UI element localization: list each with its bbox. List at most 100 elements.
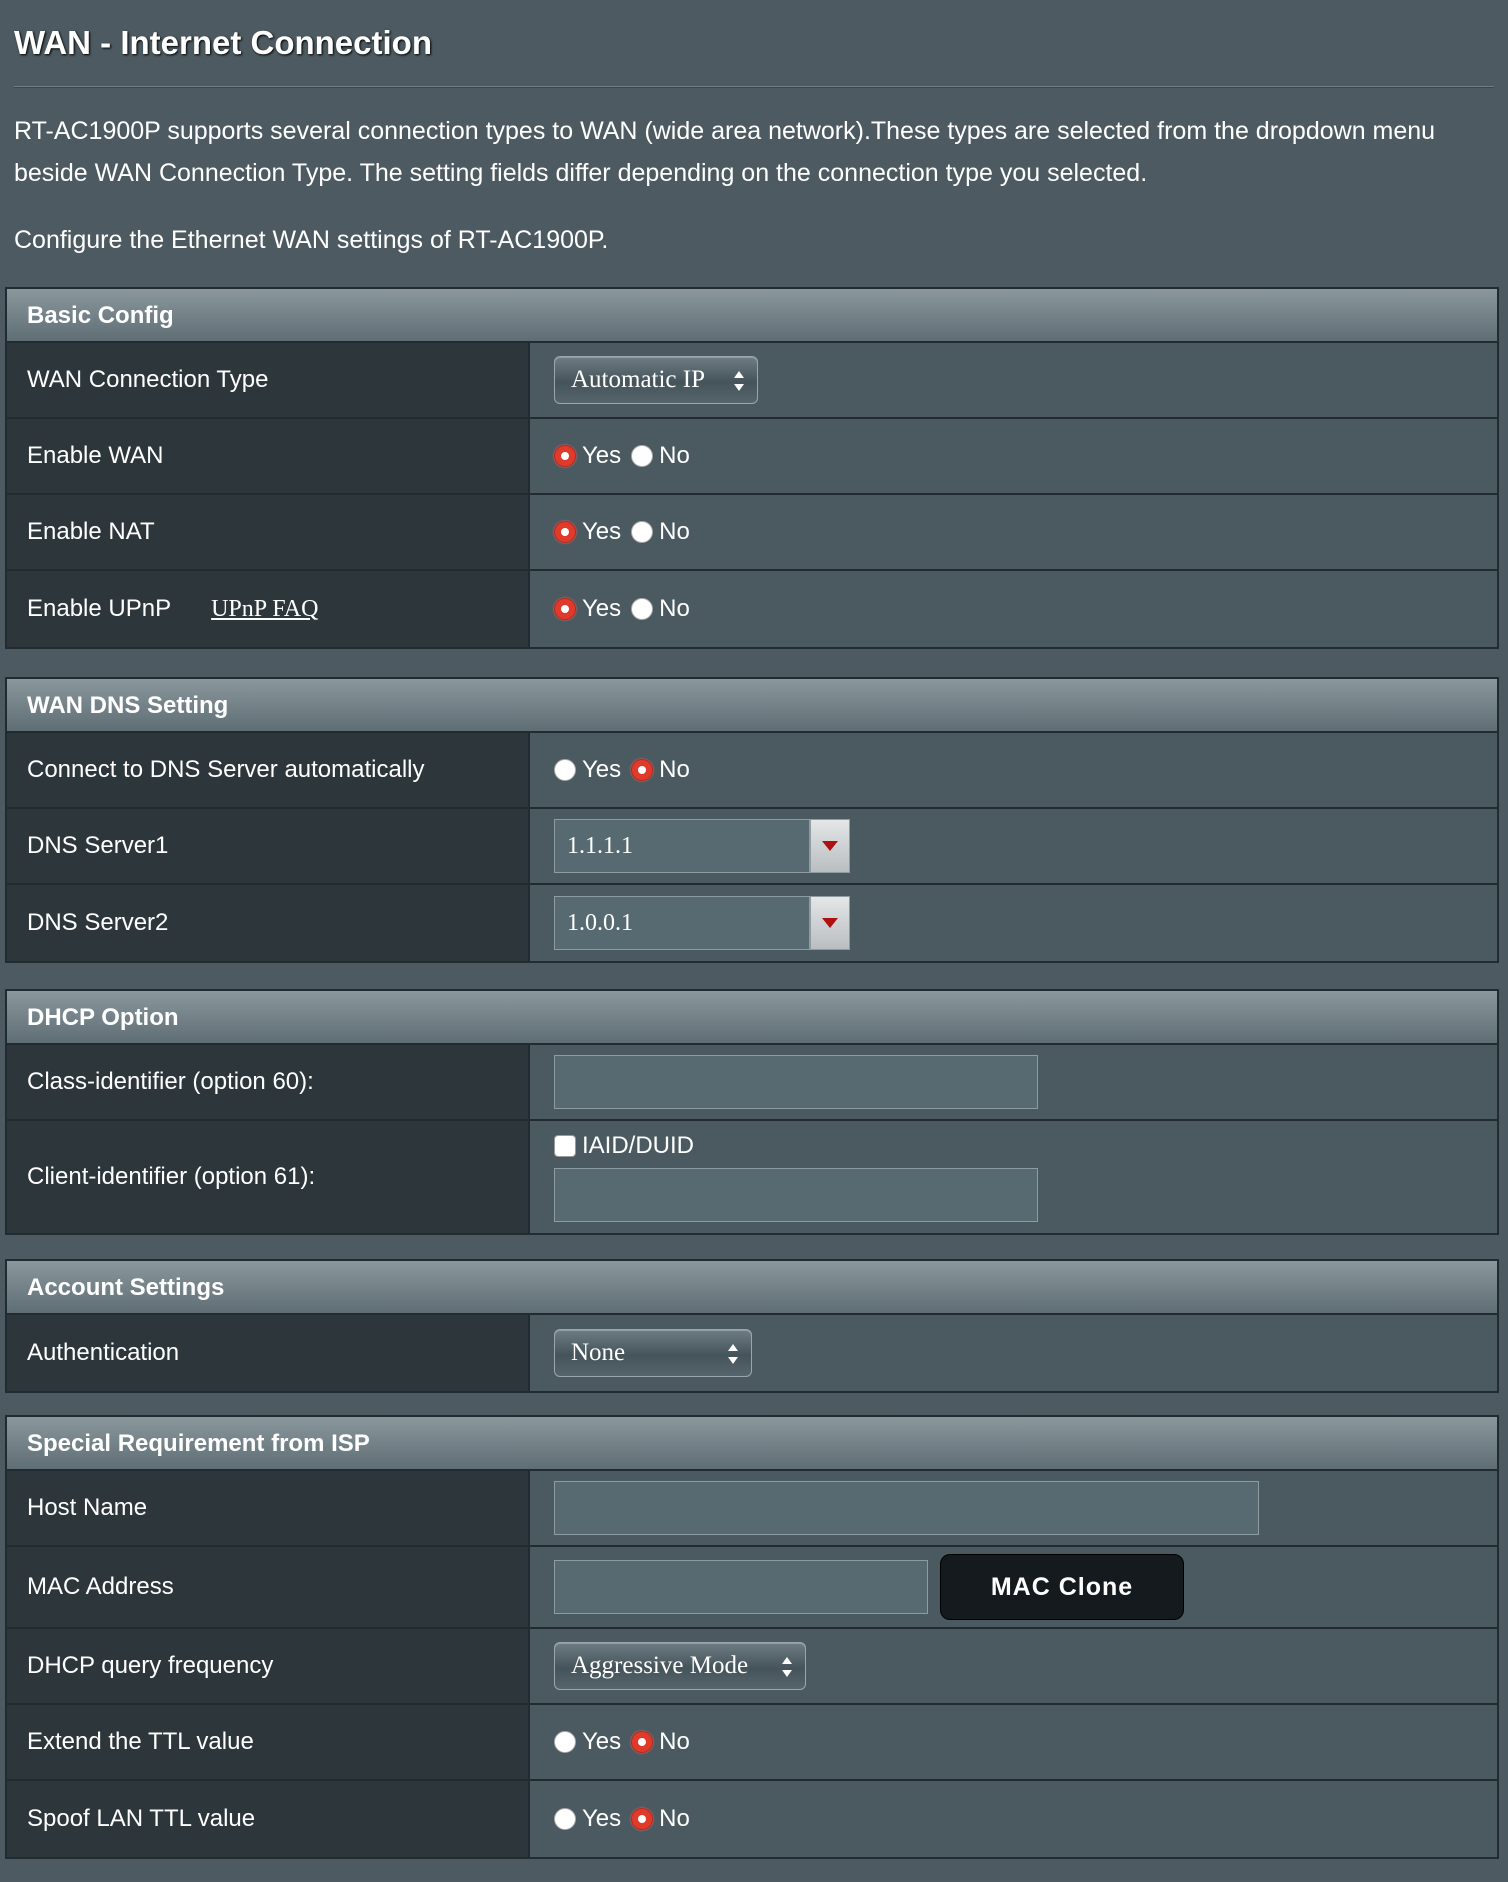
wan-dns-section: WAN DNS Setting Connect to DNS Server au… xyxy=(5,677,1499,963)
host-name-label: Host Name xyxy=(7,1471,530,1545)
row-extend-ttl: Extend the TTL value Yes No xyxy=(7,1705,1497,1781)
dhcp-option-section: DHCP Option Class-identifier (option 60)… xyxy=(5,989,1499,1235)
isp-requirement-section: Special Requirement from ISP Host Name M… xyxy=(5,1415,1499,1859)
dns-server1-dropdown-button[interactable] xyxy=(810,819,850,873)
row-wan-connection-type: WAN Connection Type Automatic IP xyxy=(7,343,1497,419)
account-settings-section: Account Settings Authentication None xyxy=(5,1259,1499,1393)
enable-nat-label: Enable NAT xyxy=(7,495,530,569)
enable-nat-no-radio[interactable] xyxy=(631,521,654,543)
row-dns-server1: DNS Server1 1.1.1.1 xyxy=(7,809,1497,885)
row-enable-nat: Enable NAT Yes No xyxy=(7,495,1497,571)
row-dhcp-query-frequency: DHCP query frequency Aggressive Mode xyxy=(7,1629,1497,1705)
row-enable-wan: Enable WAN Yes No xyxy=(7,419,1497,495)
iaid-duid-label: IAID/DUID xyxy=(582,1132,695,1159)
dhcp-query-frequency-select[interactable]: Aggressive Mode xyxy=(554,1642,806,1690)
mac-address-input[interactable] xyxy=(554,1560,928,1614)
dns-server1-input[interactable]: 1.1.1.1 xyxy=(554,819,810,873)
upnp-faq-link[interactable]: UPnP FAQ xyxy=(211,596,318,623)
section-header-account-settings: Account Settings xyxy=(7,1261,1497,1315)
wan-connection-type-select[interactable]: Automatic IP xyxy=(554,356,758,404)
enable-wan-radio-group: Yes No xyxy=(554,442,700,470)
auto-dns-no-label: No xyxy=(659,756,690,783)
page-title: WAN - Internet Connection xyxy=(14,24,432,61)
authentication-label: Authentication xyxy=(7,1315,530,1391)
section-header-dhcp-option: DHCP Option xyxy=(7,991,1497,1045)
row-dns-server2: DNS Server2 1.0.0.1 xyxy=(7,885,1497,961)
select-arrows-icon xyxy=(782,1657,792,1677)
extend-ttl-yes-label: Yes xyxy=(582,1728,622,1755)
row-class-identifier: Class-identifier (option 60): xyxy=(7,1045,1497,1121)
enable-upnp-yes-label: Yes xyxy=(582,595,622,622)
class-identifier-input[interactable] xyxy=(554,1055,1038,1109)
row-client-identifier: Client-identifier (option 61): IAID/DUID xyxy=(7,1121,1497,1233)
dns-server2-label: DNS Server2 xyxy=(7,885,530,961)
enable-upnp-no-label: No xyxy=(659,595,690,622)
row-authentication: Authentication None xyxy=(7,1315,1497,1391)
enable-upnp-label: Enable UPnP xyxy=(27,595,172,622)
client-identifier-label: Client-identifier (option 61): xyxy=(7,1121,530,1233)
dns-server2-dropdown-button[interactable] xyxy=(810,896,850,950)
enable-upnp-radio-group: Yes No xyxy=(554,595,700,623)
enable-wan-label: Enable WAN xyxy=(7,419,530,493)
enable-nat-yes-radio[interactable] xyxy=(554,521,576,543)
auto-dns-yes-label: Yes xyxy=(582,756,622,783)
section-header-basic-config: Basic Config xyxy=(7,289,1497,343)
extend-ttl-radio-group: Yes No xyxy=(554,1728,700,1756)
row-auto-dns: Connect to DNS Server automatically Yes … xyxy=(7,733,1497,809)
dns-server2-input[interactable]: 1.0.0.1 xyxy=(554,896,810,950)
class-identifier-label: Class-identifier (option 60): xyxy=(7,1045,530,1119)
dhcp-query-frequency-value: Aggressive Mode xyxy=(571,1652,749,1679)
page-subdescription: Configure the Ethernet WAN settings of R… xyxy=(14,226,609,254)
iaid-duid-option: IAID/DUID xyxy=(554,1132,694,1160)
iaid-duid-checkbox[interactable] xyxy=(554,1135,576,1157)
mac-address-label: MAC Address xyxy=(7,1547,530,1627)
section-header-isp-requirement: Special Requirement from ISP xyxy=(7,1417,1497,1471)
select-arrows-icon xyxy=(734,371,744,391)
wan-connection-type-value: Automatic IP xyxy=(571,366,706,393)
select-arrows-icon xyxy=(728,1344,738,1364)
basic-config-section: Basic Config WAN Connection Type Automat… xyxy=(5,287,1499,649)
extend-ttl-no-radio[interactable] xyxy=(631,1731,654,1753)
dhcp-query-frequency-label: DHCP query frequency xyxy=(7,1629,530,1703)
authentication-value: None xyxy=(571,1339,626,1366)
auto-dns-yes-radio[interactable] xyxy=(554,759,576,781)
spoof-lan-ttl-radio-group: Yes No xyxy=(554,1805,700,1833)
extend-ttl-yes-radio[interactable] xyxy=(554,1731,576,1753)
spoof-lan-ttl-label: Spoof LAN TTL value xyxy=(7,1781,530,1857)
spoof-lan-ttl-yes-label: Yes xyxy=(582,1805,622,1832)
auto-dns-label: Connect to DNS Server automatically xyxy=(7,733,530,807)
enable-wan-yes-radio[interactable] xyxy=(554,445,576,467)
extend-ttl-label: Extend the TTL value xyxy=(7,1705,530,1779)
row-spoof-lan-ttl: Spoof LAN TTL value Yes No xyxy=(7,1781,1497,1857)
dns-server2-combo: 1.0.0.1 xyxy=(554,896,850,950)
enable-nat-radio-group: Yes No xyxy=(554,518,700,546)
enable-wan-no-radio[interactable] xyxy=(631,445,654,467)
enable-upnp-no-radio[interactable] xyxy=(631,598,654,620)
row-host-name: Host Name xyxy=(7,1471,1497,1547)
dropdown-arrow-icon xyxy=(822,841,838,851)
row-mac-address: MAC Address MAC Clone xyxy=(7,1547,1497,1629)
enable-upnp-yes-radio[interactable] xyxy=(554,598,576,620)
section-header-wan-dns: WAN DNS Setting xyxy=(7,679,1497,733)
row-enable-upnp: Enable UPnP UPnP FAQ Yes No xyxy=(7,571,1497,647)
authentication-select[interactable]: None xyxy=(554,1329,752,1377)
enable-nat-no-label: No xyxy=(659,518,690,545)
mac-clone-button[interactable]: MAC Clone xyxy=(940,1554,1184,1620)
spoof-lan-ttl-no-radio[interactable] xyxy=(631,1808,654,1830)
enable-nat-yes-label: Yes xyxy=(582,518,622,545)
dropdown-arrow-icon xyxy=(822,918,838,928)
spoof-lan-ttl-no-label: No xyxy=(659,1805,690,1832)
wan-connection-type-label: WAN Connection Type xyxy=(7,343,530,417)
spoof-lan-ttl-yes-radio[interactable] xyxy=(554,1808,576,1830)
enable-wan-no-label: No xyxy=(659,442,690,469)
client-identifier-input[interactable] xyxy=(554,1168,1038,1222)
auto-dns-no-radio[interactable] xyxy=(631,759,654,781)
extend-ttl-no-label: No xyxy=(659,1728,690,1755)
auto-dns-radio-group: Yes No xyxy=(554,756,700,784)
enable-wan-yes-label: Yes xyxy=(582,442,622,469)
dns-server1-label: DNS Server1 xyxy=(7,809,530,883)
title-divider xyxy=(14,86,1494,88)
page-description: RT-AC1900P supports several connection t… xyxy=(14,117,1436,187)
host-name-input[interactable] xyxy=(554,1481,1259,1535)
dns-server1-combo: 1.1.1.1 xyxy=(554,819,850,873)
